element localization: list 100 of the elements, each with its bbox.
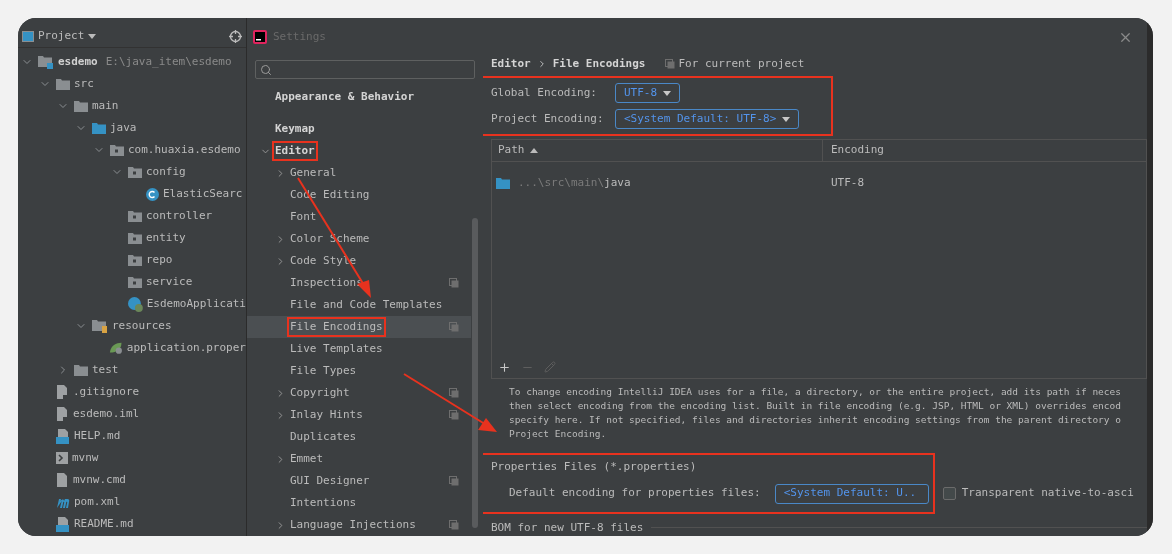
folder-icon (92, 122, 106, 134)
settings-nav-item[interactable]: Duplicates (247, 426, 471, 448)
tree-label: .gitignore (73, 383, 140, 400)
crosshair-icon[interactable] (229, 30, 242, 43)
tree-item[interactable]: mvnw (18, 447, 246, 469)
settings-nav-item[interactable]: Keymap (247, 118, 471, 140)
checkbox-label: Transparent native-to-asci (961, 485, 1134, 502)
nav-label: Inlay Hints (289, 406, 364, 423)
file-icon (56, 406, 69, 422)
project-scope-icon (665, 59, 676, 69)
tree-label: com.huaxia.esdemo (128, 141, 241, 158)
tree-item[interactable]: repo (18, 249, 246, 271)
settings-nav-item[interactable]: File and Code Templates (247, 294, 471, 316)
tree-label: ElasticSearc (163, 185, 243, 202)
tree-label: repo (146, 251, 173, 268)
resources-folder-icon (92, 319, 108, 333)
tree-label: java (110, 119, 137, 136)
tree-item[interactable]: com.huaxia.esdemo (18, 139, 246, 161)
tree-item[interactable]: ElasticSearc (18, 183, 246, 205)
nav-label: Copyright (289, 384, 351, 401)
breadcrumb-item[interactable]: File Encodings (552, 55, 646, 73)
nav-label: Duplicates (289, 428, 358, 445)
markdown-file-icon (56, 516, 70, 532)
tree-item[interactable]: src (18, 73, 246, 95)
scope-label: For current project (678, 55, 805, 72)
settings-nav-item[interactable]: Editor (247, 140, 471, 162)
tree-item[interactable]: esdemo.iml (18, 403, 246, 425)
settings-nav-item[interactable]: Intentions (247, 492, 471, 514)
settings-nav-item[interactable]: Font (247, 206, 471, 228)
class-icon (146, 187, 159, 201)
panel-icon (22, 31, 34, 42)
tree-item[interactable]: .gitignore (18, 381, 246, 403)
checkbox[interactable] (942, 487, 956, 500)
tree-item[interactable]: EsdemoApplicati (18, 293, 246, 315)
tree-item[interactable]: HELP.md (18, 425, 246, 447)
nav-label: Inspections (289, 274, 364, 291)
project-scope-icon (449, 410, 459, 420)
folder-icon (128, 232, 142, 244)
section-title: BOM for new UTF-8 files (491, 519, 644, 536)
tree-item[interactable]: pom.xml (18, 491, 246, 513)
tree-item[interactable]: entity (18, 227, 246, 249)
column-header[interactable]: Encoding (823, 140, 892, 161)
folder-icon (74, 100, 88, 112)
tree-label: entity (146, 229, 186, 246)
tree-item[interactable]: test (18, 359, 246, 381)
project-scope-icon (449, 476, 459, 486)
tree-item[interactable]: controller (18, 205, 246, 227)
encoding-dropdown[interactable]: <System Default: U.. (774, 483, 929, 504)
folder-icon (128, 276, 142, 288)
nav-label: Keymap (274, 120, 316, 137)
scrollbar[interactable] (472, 218, 478, 528)
properties-file-icon (108, 341, 123, 355)
search-field[interactable] (255, 60, 475, 79)
folder-icon (496, 177, 510, 189)
nav-label: Emmet (289, 450, 325, 467)
nav-label: Appearance & Behavior (274, 88, 416, 105)
settings-nav-item[interactable]: Appearance & Behavior (247, 86, 471, 108)
field-label: Default encoding for properties files: (509, 485, 761, 502)
tree-label: resources (112, 317, 172, 334)
nav-label: File and Code Templates (289, 296, 444, 313)
settings-nav-item[interactable]: General (247, 162, 471, 184)
encoding-dropdown[interactable]: <System Default: UTF-8> (615, 109, 800, 129)
folder-icon (56, 78, 70, 90)
encoding-cell-text: UTF-8 (830, 174, 866, 191)
folder-icon (74, 364, 88, 376)
spring-class-icon (127, 296, 143, 312)
tree-item[interactable]: application.proper (18, 337, 246, 359)
settings-nav-item[interactable]: Inlay Hints (247, 404, 471, 426)
dropdown-caret-icon (663, 90, 672, 96)
section-title: Properties Files (*.properties) (491, 459, 697, 475)
module-icon (38, 55, 54, 69)
edit-icon[interactable] (544, 361, 556, 373)
tree-item[interactable]: esdemo E:\java_item\esdemo (18, 51, 246, 73)
settings-nav-item[interactable]: File Types (247, 360, 471, 382)
encoding-dropdown[interactable]: UTF-8 (615, 83, 681, 103)
settings-nav-item[interactable]: Language Injections (247, 514, 471, 536)
nav-label: Intentions (289, 494, 358, 511)
settings-nav-item[interactable]: Live Templates (247, 338, 471, 360)
tree-item[interactable]: main (18, 95, 246, 117)
tree-item[interactable]: java (18, 117, 246, 139)
tree-item[interactable]: README.md (18, 513, 246, 535)
nav-label: Language Injections (289, 516, 417, 533)
project-scope-icon (449, 520, 459, 530)
settings-nav-item[interactable]: GUI Designer (247, 470, 471, 492)
tree-item[interactable]: resources (18, 315, 246, 337)
panel-title[interactable]: Project (38, 28, 85, 45)
tree-item[interactable]: config (18, 161, 246, 183)
settings-nav-item[interactable]: File Encodings (247, 316, 471, 338)
settings-nav-item[interactable]: Copyright (247, 382, 471, 404)
settings-nav-item[interactable]: Inspections (247, 272, 471, 294)
dropdown-caret-icon (782, 116, 791, 122)
settings-nav-item[interactable]: Emmet (247, 448, 471, 470)
breadcrumb-item[interactable]: Editor (491, 55, 531, 73)
tree-item[interactable]: mvnw.cmd (18, 469, 246, 491)
tree-item[interactable]: service (18, 271, 246, 293)
dropdown-caret-icon[interactable] (88, 34, 97, 39)
add-icon[interactable] (498, 360, 511, 374)
nav-label: General (289, 164, 338, 181)
column-header[interactable]: Path (492, 140, 823, 161)
description-line: then select encoding from the encoding list. Built in file encoding (e.g. JSP, HTML or XML) overrides encod (509, 399, 1121, 413)
